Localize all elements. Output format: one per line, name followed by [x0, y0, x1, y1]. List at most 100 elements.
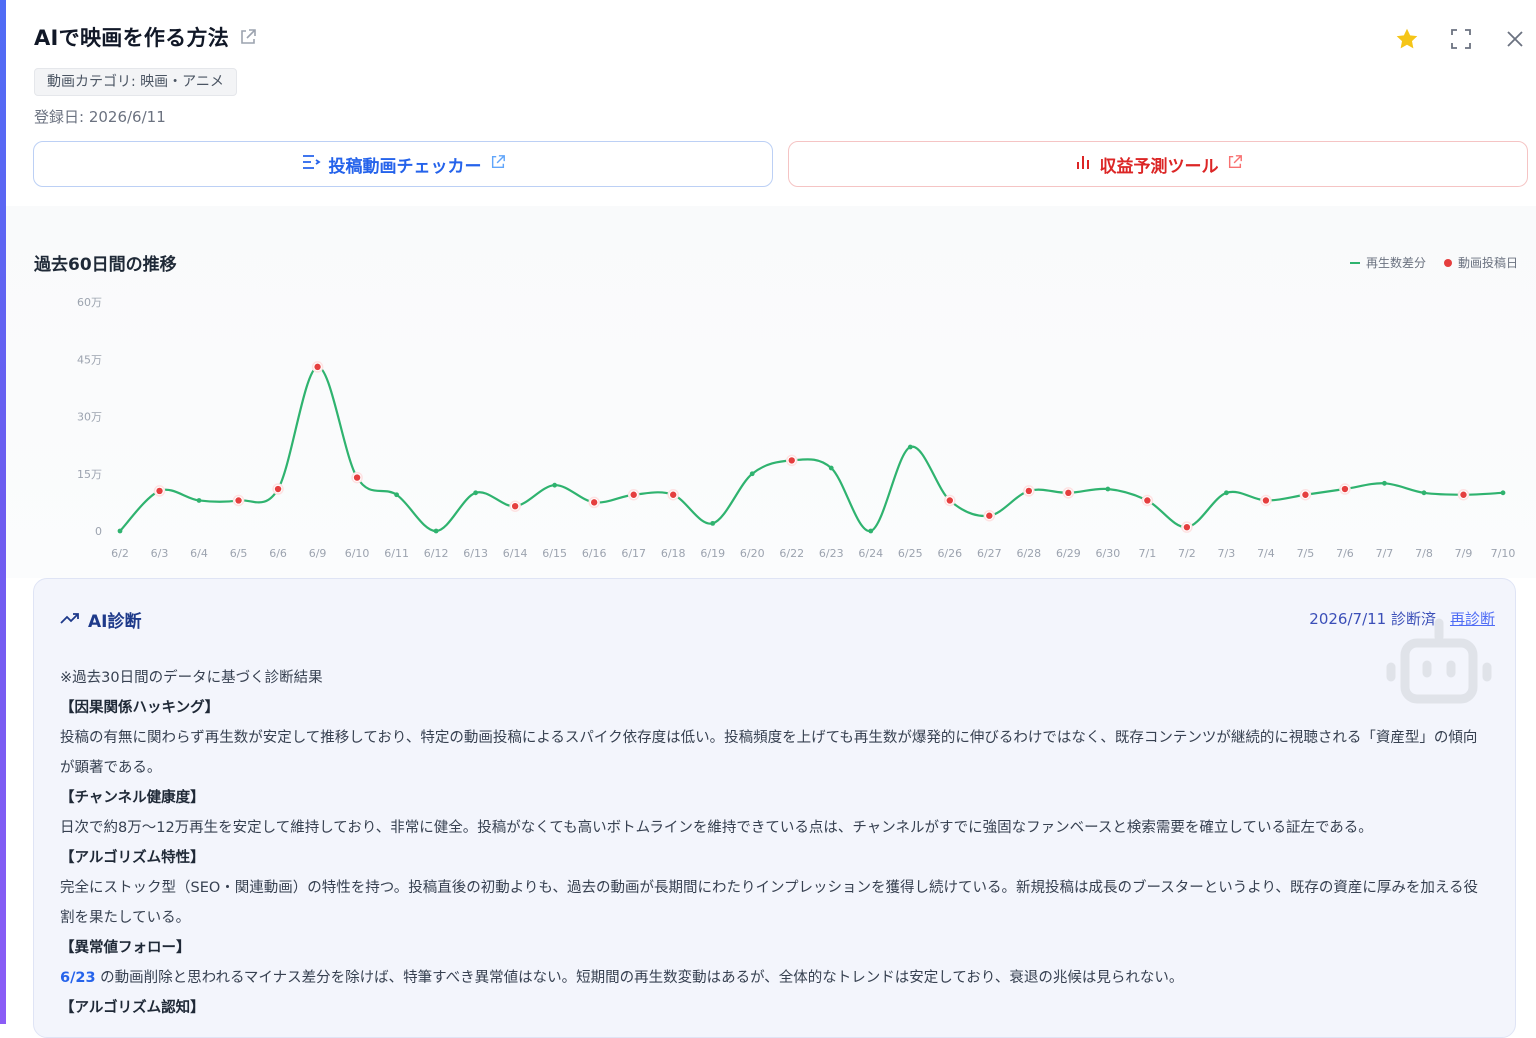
data-point — [1421, 490, 1427, 496]
x-tick-label: 6/4 — [190, 547, 208, 560]
data-point — [710, 520, 716, 526]
x-tick-label: 6/20 — [740, 547, 765, 560]
x-tick-label: 6/16 — [582, 547, 607, 560]
external-link-icon — [490, 154, 506, 175]
x-tick-label: 6/14 — [503, 547, 528, 560]
x-tick-label: 6/6 — [269, 547, 287, 560]
window-controls — [1366, 24, 1536, 56]
ai-diagnosis-text: ※過去30日間のデータに基づく診断結果 【因果関係ハッキング】 投稿の有無に関わ… — [60, 663, 1490, 1023]
revenue-forecast-button[interactable]: 収益予測ツール — [788, 141, 1528, 187]
ai-paragraph-causal: 投稿の有無に関わらず再生数が安定して推移しており、特定の動画投稿によるスパイク依… — [60, 730, 1478, 776]
x-tick-label: 6/15 — [542, 547, 567, 560]
x-tick-label: 6/5 — [230, 547, 248, 560]
registered-date: 登録日: 2026/6/11 — [34, 108, 166, 126]
list-icon — [301, 153, 321, 176]
category-badge: 動画カテゴリ: 映画・アニメ — [34, 68, 237, 96]
bar-chart-icon — [1074, 153, 1092, 176]
x-tick-label: 6/10 — [345, 547, 370, 560]
x-tick-label: 7/5 — [1297, 547, 1315, 560]
post-marker — [235, 497, 242, 504]
x-tick-label: 6/9 — [309, 547, 327, 560]
x-tick-label: 6/23 — [819, 547, 844, 560]
x-tick-label: 6/28 — [1016, 547, 1041, 560]
post-marker — [511, 502, 519, 510]
ai-paragraph-algorithm: 完全にストック型（SEO・関連動画）の特性を持つ。投稿直後の初動よりも、過去の動… — [60, 880, 1478, 926]
data-point — [196, 498, 202, 503]
x-tick-label: 6/13 — [463, 547, 488, 560]
y-tick-label: 60万 — [77, 296, 102, 309]
x-tick-label: 6/18 — [661, 547, 686, 560]
star-icon[interactable] — [1392, 24, 1422, 54]
x-tick-label: 6/30 — [1096, 547, 1121, 560]
anomaly-date-link[interactable]: 6/23 — [60, 970, 96, 986]
ai-intro: ※過去30日間のデータに基づく診断結果 — [60, 670, 323, 686]
post-marker — [1183, 523, 1191, 531]
data-point — [1382, 480, 1387, 486]
ai-heading-recognition: 【アルゴリズム認知】 — [60, 1000, 205, 1016]
revenue-forecast-label: 収益予測ツール — [1099, 156, 1219, 177]
video-checker-button[interactable]: 投稿動画チェッカー — [33, 141, 773, 187]
ai-header: AI診断 — [60, 607, 141, 632]
x-tick-label: 6/24 — [858, 547, 883, 560]
data-point — [473, 490, 479, 496]
data-point — [828, 465, 834, 471]
y-tick-label: 30万 — [77, 411, 102, 424]
x-tick-label: 7/8 — [1415, 547, 1433, 560]
x-tick-label: 6/11 — [384, 547, 409, 560]
y-tick-label: 0 — [95, 525, 102, 538]
ai-paragraph-anomaly-text: の動画削除と思われるマイナス差分を除けば、特筆すべき異常値はない。短期間の再生数… — [95, 970, 1184, 986]
data-point — [1500, 490, 1506, 496]
post-marker — [986, 512, 993, 519]
ai-heading-health: 【チャンネル健康度】 — [60, 790, 205, 806]
x-tick-label: 7/9 — [1455, 547, 1473, 560]
data-point — [117, 528, 123, 534]
x-tick-label: 7/7 — [1376, 547, 1394, 560]
expand-icon[interactable] — [1446, 24, 1476, 54]
ai-title: AI診断 — [88, 612, 142, 632]
post-marker — [353, 474, 361, 481]
trend-chart-section: 過去60日間の推移 再生数差分 動画投稿日 0 15万 30万 45万 60万 6/2 6/… — [6, 206, 1536, 578]
x-tick-label: 7/2 — [1178, 547, 1196, 560]
close-icon[interactable] — [1500, 24, 1530, 54]
x-tick-label: 6/29 — [1056, 547, 1081, 560]
video-checker-label: 投稿動画チェッカー — [328, 156, 482, 177]
title-row: AIで映画を作る方法 — [34, 22, 257, 52]
video-title: AIで映画を作る方法 — [34, 26, 230, 50]
post-marker — [1460, 491, 1467, 498]
data-point — [1224, 490, 1229, 496]
x-tick-label: 6/22 — [779, 547, 804, 560]
post-marker — [274, 485, 282, 493]
post-marker — [314, 363, 321, 371]
x-tick-label: 6/17 — [621, 547, 646, 560]
post-marker — [1341, 485, 1349, 493]
post-marker — [156, 487, 163, 495]
post-marker — [590, 499, 598, 506]
external-link-icon — [1227, 154, 1243, 175]
ai-heading-anomaly: 【異常値フォロー】 — [60, 940, 191, 956]
line-chart: 0 15万 30万 45万 60万 6/2 6/3 6/4 6/5 6/6 6/9 6/10 6/11 6… — [77, 296, 1515, 560]
x-tick-label: 7/1 — [1139, 547, 1157, 560]
data-point — [907, 444, 913, 450]
ai-paragraph-anomaly: 6/23 の動画削除と思われるマイナス差分を除けば、特筆すべき異常値はない。短期… — [60, 963, 1490, 993]
ai-paragraph-health: 日次で約8万〜12万再生を安定して維持しており、非常に健全。投稿がなくても高いボ… — [60, 820, 1373, 836]
data-point — [394, 492, 399, 498]
post-marker — [1065, 489, 1072, 497]
video-detail-card: AIで映画を作る方法 動画カテゴリ: 映画・アニメ 登録日: 2026/6/11… — [6, 0, 1536, 1038]
trend-icon — [60, 610, 80, 630]
x-tick-label: 6/12 — [424, 547, 449, 560]
post-marker — [788, 457, 795, 464]
x-tick-label: 6/19 — [700, 547, 725, 560]
post-marker — [630, 491, 637, 498]
post-marker — [1302, 491, 1309, 498]
external-link-icon[interactable] — [239, 28, 257, 46]
ai-heading-algorithm: 【アルゴリズム特性】 — [60, 850, 205, 866]
views-series-line — [119, 365, 1504, 533]
data-point — [433, 528, 439, 534]
x-tick-label: 6/25 — [898, 547, 923, 560]
x-tick-label: 6/26 — [937, 547, 962, 560]
data-point — [1105, 486, 1111, 492]
data-point — [868, 528, 874, 534]
y-tick-label: 15万 — [77, 468, 102, 481]
x-tick-label: 7/6 — [1336, 547, 1354, 560]
x-tick-label: 6/3 — [151, 547, 169, 560]
